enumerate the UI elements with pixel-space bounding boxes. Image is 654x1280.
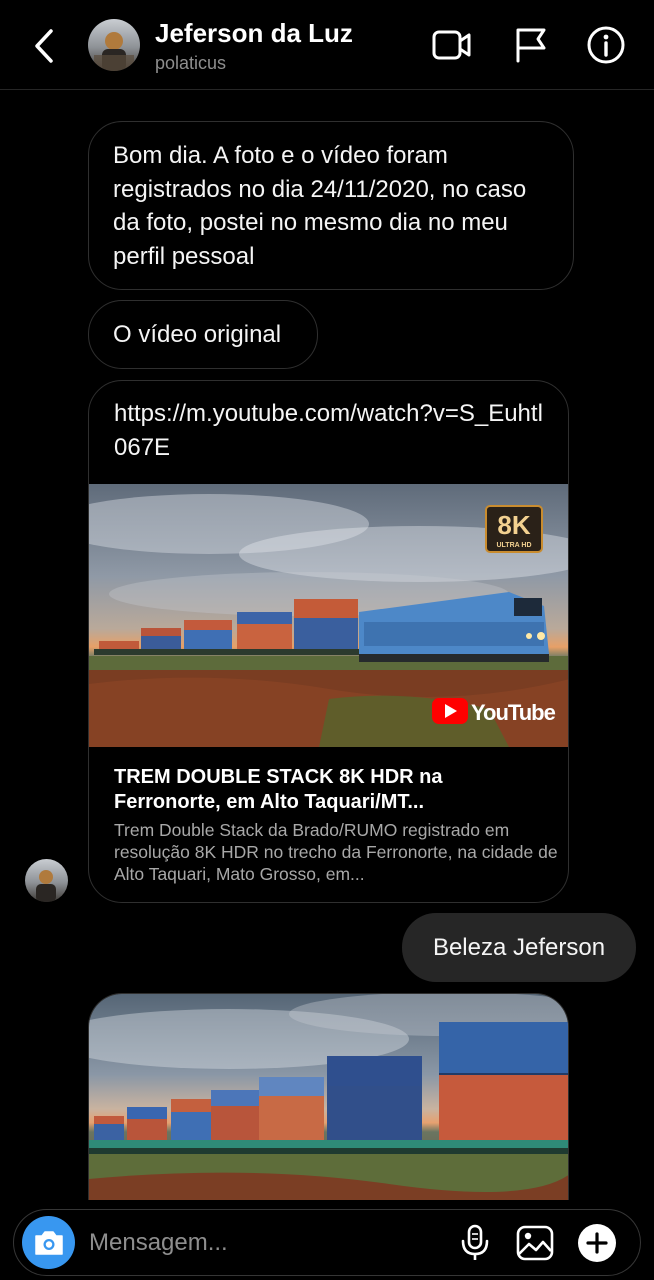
contact-username: polaticus [155, 53, 227, 73]
camera-icon [34, 1230, 63, 1255]
add-button[interactable] [576, 1222, 618, 1264]
image-icon [516, 1225, 554, 1261]
message-text: Bom dia. A foto e o vídeo foram registra… [113, 142, 527, 270]
video-thumbnail[interactable]: 8K ULTRA HD YouTube [89, 484, 568, 747]
chevron-left-icon [35, 29, 53, 63]
video-camera-icon [432, 30, 471, 60]
contact-name[interactable]: Jeferson da Luz [155, 18, 353, 49]
info-icon [587, 26, 625, 64]
svg-text:ULTRA HD: ULTRA HD [497, 542, 532, 549]
incoming-message[interactable]: O vídeo original [88, 300, 318, 369]
message-input[interactable] [89, 1224, 429, 1262]
voice-message-button[interactable] [454, 1222, 496, 1264]
video-call-button[interactable] [430, 22, 474, 68]
svg-text:YouTube: YouTube [471, 700, 556, 725]
8k-badge: 8K ULTRA HD [485, 505, 543, 553]
link-description: Trem Double Stack da Brado/RUMO registra… [114, 820, 558, 884]
message-text: Beleza Jeferson [432, 934, 606, 961]
incoming-message[interactable]: Bom dia. A foto e o vídeo foram registra… [88, 121, 574, 290]
plus-icon [578, 1224, 616, 1262]
youtube-logo: YouTube [432, 698, 557, 725]
microphone-icon [461, 1224, 489, 1260]
outgoing-message[interactable]: Beleza Jeferson [402, 913, 636, 982]
report-button[interactable] [509, 22, 553, 68]
link-title: TREM DOUBLE STACK 8K HDR na Ferronorte, … [114, 766, 443, 813]
gallery-button[interactable] [514, 1222, 556, 1264]
link-preview-message[interactable]: https://m.youtube.com/watch?v=S_Euhtl067… [88, 380, 569, 903]
message-composer [13, 1209, 641, 1276]
photo-message[interactable] [88, 993, 569, 1223]
message-text: O vídeo original [113, 321, 282, 348]
info-button[interactable] [584, 22, 628, 68]
flag-icon [516, 28, 546, 63]
sender-avatar[interactable] [25, 859, 68, 902]
chat-header: Jeferson da Luz polaticus [0, 0, 654, 90]
svg-text:8K: 8K [497, 510, 530, 540]
avatar[interactable] [88, 19, 140, 71]
back-button[interactable] [24, 24, 64, 68]
camera-button[interactable] [22, 1216, 75, 1269]
link-url[interactable]: https://m.youtube.com/watch?v=S_Euhtl067… [114, 397, 544, 464]
